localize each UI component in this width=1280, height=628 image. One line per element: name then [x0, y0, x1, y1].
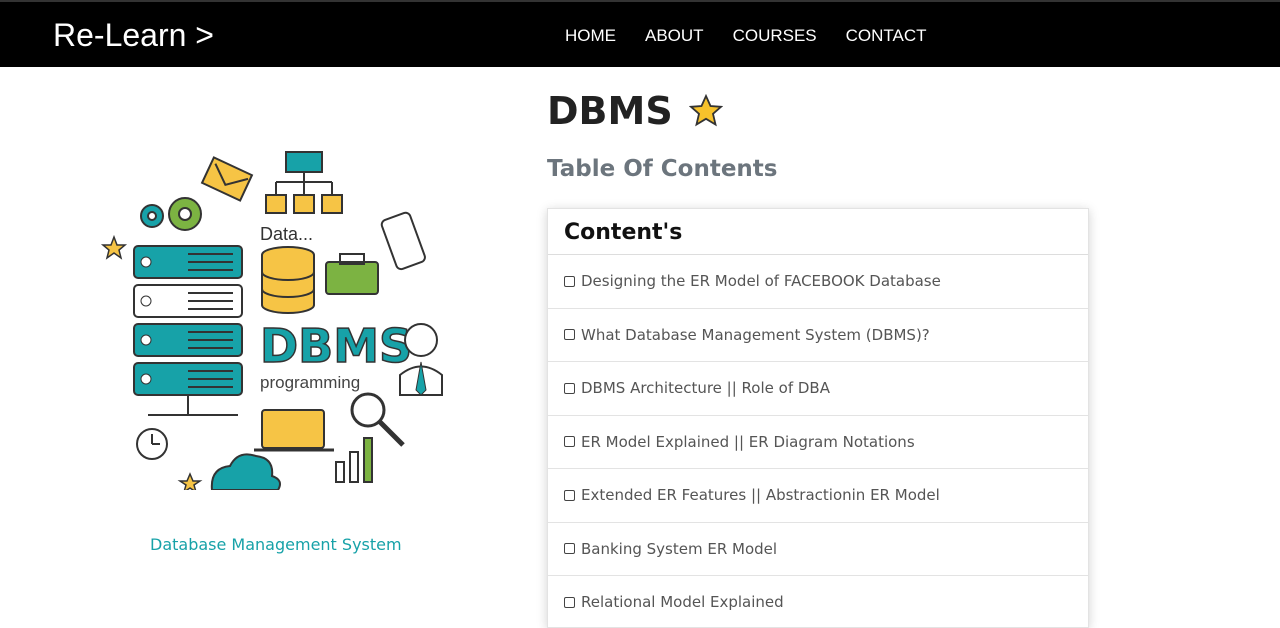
- list-item[interactable]: ER Model Explained || ER Diagram Notatio…: [548, 416, 1088, 469]
- illustration-caption: Database Management System: [150, 535, 402, 554]
- checkbox-icon[interactable]: [564, 382, 575, 394]
- dbms-illustration: Data... DBMS programming: [100, 151, 443, 490]
- nav-courses[interactable]: COURSES: [733, 26, 817, 46]
- checkbox-icon[interactable]: [564, 543, 575, 555]
- list-item[interactable]: Designing the ER Model of FACEBOOK Datab…: [548, 255, 1088, 309]
- nav-contact[interactable]: CONTACT: [846, 26, 927, 46]
- checkbox-icon[interactable]: [564, 489, 575, 501]
- list-item-label: DBMS Architecture || Role of DBA: [581, 379, 830, 398]
- nav-about[interactable]: ABOUT: [645, 26, 704, 46]
- checkbox-icon[interactable]: [564, 329, 575, 341]
- star-icon[interactable]: [688, 94, 723, 128]
- page-title-text: DBMS: [547, 89, 673, 133]
- list-item[interactable]: What Database Management System (DBMS)?: [548, 309, 1088, 362]
- page-title: DBMS: [547, 88, 723, 134]
- list-item[interactable]: Relational Model Explained: [548, 576, 1088, 627]
- programming-label: programming: [260, 373, 360, 392]
- contents-header: Content's: [548, 209, 1088, 255]
- list-item-label: Banking System ER Model: [581, 539, 778, 558]
- dbms-big-label: DBMS: [260, 319, 412, 373]
- list-item-label: Extended ER Features || Abstractionin ER…: [581, 486, 940, 505]
- list-item[interactable]: DBMS Architecture || Role of DBA: [548, 362, 1088, 416]
- list-item[interactable]: Banking System ER Model: [548, 523, 1088, 576]
- nav-menu: HOME ABOUT COURSES CONTACT: [565, 26, 927, 46]
- list-item[interactable]: Extended ER Features || Abstractionin ER…: [548, 469, 1088, 523]
- checkbox-icon[interactable]: [564, 596, 575, 608]
- checkbox-icon[interactable]: [564, 436, 575, 448]
- list-item-label: ER Model Explained || ER Diagram Notatio…: [581, 432, 915, 451]
- list-item-label: Relational Model Explained: [581, 593, 784, 612]
- page-subtitle: Table Of Contents: [547, 156, 778, 182]
- brand-logo[interactable]: Re-Learn >: [53, 16, 214, 54]
- navbar: Re-Learn > HOME ABOUT COURSES CONTACT: [0, 0, 1280, 67]
- checkbox-icon[interactable]: [564, 275, 575, 287]
- list-item-label: What Database Management System (DBMS)?: [581, 325, 930, 344]
- list-item-label: Designing the ER Model of FACEBOOK Datab…: [581, 272, 941, 291]
- data-label: Data...: [260, 224, 313, 244]
- contents-card: Content's Designing the ER Model of FACE…: [547, 208, 1089, 628]
- nav-home[interactable]: HOME: [565, 26, 616, 46]
